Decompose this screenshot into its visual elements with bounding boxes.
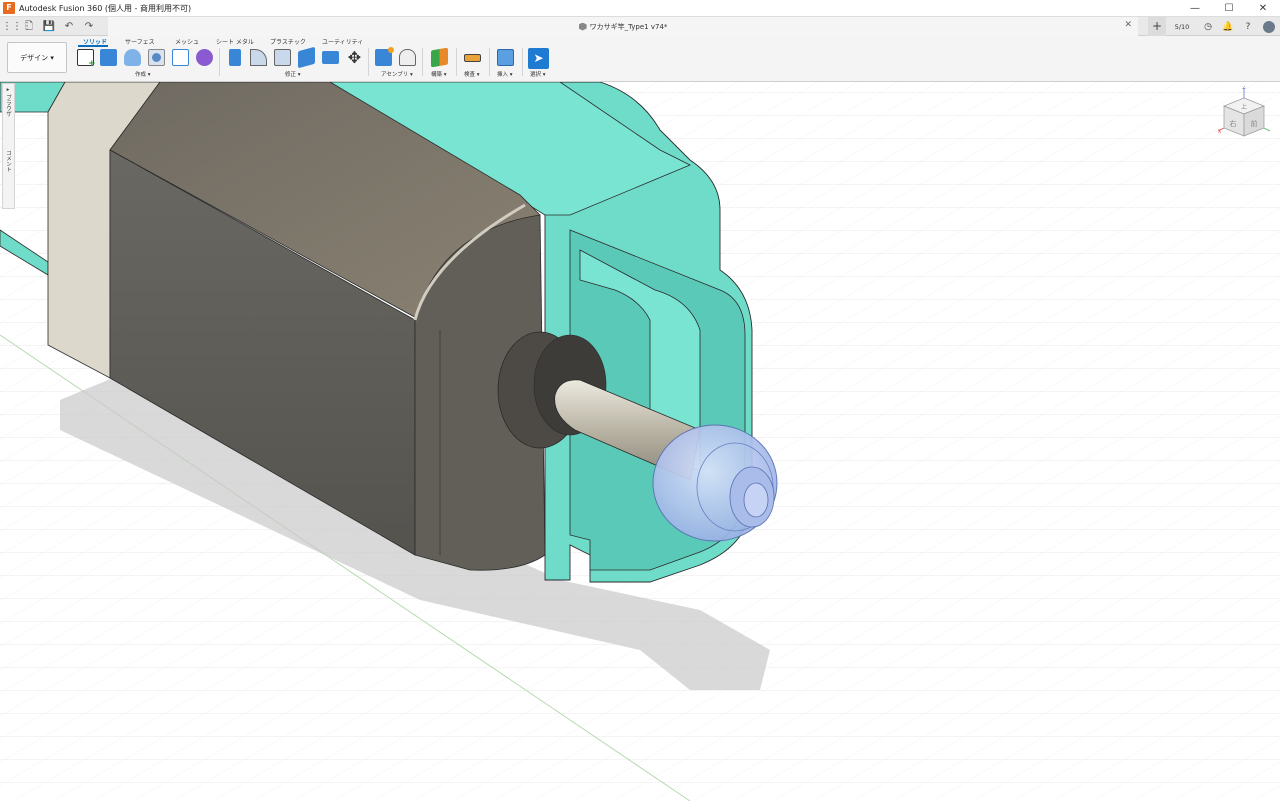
viewcube-front-label: 右 <box>1230 119 1237 128</box>
clock-icon[interactable]: ◷ <box>1198 22 1218 32</box>
browser-side-panel: ▸ ブラウザ コメント <box>2 83 15 209</box>
create-group-label[interactable]: 作成 ▾ <box>135 70 151 78</box>
tab-mesh[interactable]: メッシュ <box>175 37 199 46</box>
comments-tab[interactable]: コメント <box>4 150 12 172</box>
new-tab-button[interactable]: + <box>1148 17 1166 36</box>
form-icon[interactable] <box>196 49 213 66</box>
title-bar: F Autodesk Fusion 360 (個人用 - 商用利用不可) — ☐… <box>0 0 1280 17</box>
inspect-group-label[interactable]: 検査 ▾ <box>464 70 480 78</box>
press-pull-icon[interactable] <box>229 49 241 66</box>
3d-viewport[interactable] <box>0 82 1280 801</box>
separator <box>522 48 523 76</box>
active-tab-indicator <box>78 45 108 47</box>
extrude-icon[interactable] <box>100 49 117 66</box>
modify-group-label[interactable]: 修正 ▾ <box>285 70 301 78</box>
document-bar: ⋮⋮⋮ 🗋 💾 ↶ ↷ ワカサギ竿_Type1 v74* ✕ + 5/10 ◷ … <box>0 17 1280 36</box>
chamfer-icon[interactable] <box>274 49 291 66</box>
model-viewport-svg <box>0 82 1280 801</box>
hole-icon[interactable] <box>148 49 165 66</box>
measure-icon[interactable] <box>464 54 481 62</box>
tab-utilities[interactable]: ユーティリティ <box>322 37 363 46</box>
fusion-logo-icon: F <box>3 2 15 14</box>
tab-plastic[interactable]: プラスチック <box>270 37 306 46</box>
redo-icon[interactable]: ↷ <box>82 19 96 34</box>
separator <box>368 48 369 76</box>
create-sketch-icon[interactable]: + <box>77 49 96 69</box>
save-icon[interactable]: 💾 <box>42 19 56 34</box>
separator <box>489 48 490 76</box>
box-icon[interactable] <box>172 49 189 66</box>
window-title: Autodesk Fusion 360 (個人用 - 商用利用不可) <box>19 3 192 13</box>
new-component-icon[interactable] <box>375 47 394 66</box>
fillet-icon[interactable] <box>250 49 267 66</box>
viewcube-top-label: 上 <box>1241 103 1247 111</box>
separator <box>422 48 423 76</box>
viewcube[interactable]: 上 右 前 Z X <box>1216 85 1272 144</box>
maximize-button[interactable]: ☐ <box>1212 0 1246 17</box>
select-group-label[interactable]: 選択 ▾ <box>530 70 546 78</box>
notification-bell-icon[interactable]: 🔔 <box>1218 22 1238 32</box>
revolve-icon[interactable] <box>124 49 141 66</box>
undo-icon[interactable]: ↶ <box>62 19 76 34</box>
minimize-button[interactable]: — <box>1178 0 1212 17</box>
assemble-group-label[interactable]: アセンブリ ▾ <box>381 70 413 78</box>
combine-icon[interactable] <box>322 51 339 64</box>
tab-sheet-metal[interactable]: シート メタル <box>216 37 254 46</box>
help-icon[interactable]: ? <box>1238 22 1258 32</box>
window-controls: — ☐ ✕ <box>1178 0 1280 17</box>
ribbon-toolbar: デザイン ▾ ソリッド サーフェス メッシュ シート メタル プラスチック ユー… <box>0 36 1280 82</box>
construct-group-label[interactable]: 構築 ▾ <box>431 70 447 78</box>
browser-tab[interactable]: ▸ ブラウザ <box>4 87 12 117</box>
x-axis-label: X <box>1218 129 1222 135</box>
close-tab-icon[interactable]: ✕ <box>1124 20 1132 30</box>
shell-icon[interactable] <box>298 46 315 69</box>
separator <box>219 48 220 76</box>
separator <box>456 48 457 76</box>
offset-plane-icon[interactable] <box>431 47 448 68</box>
joint-icon[interactable] <box>399 49 416 66</box>
component-icon <box>578 22 587 31</box>
z-axis-label: Z <box>1242 86 1246 91</box>
y-axis-indicator-line <box>1263 127 1271 132</box>
spool-wheel-bore <box>743 482 769 518</box>
viewcube-right-label: 前 <box>1251 119 1258 128</box>
document-tab[interactable]: ワカサギ竿_Type1 v74* ✕ <box>108 17 1138 36</box>
insert-group-label[interactable]: 挿入 ▾ <box>497 70 513 78</box>
data-panel-grid-icon[interactable]: ⋮⋮⋮ <box>2 19 32 34</box>
user-avatar[interactable] <box>1263 20 1275 33</box>
document-title: ワカサギ竿_Type1 v74* <box>589 22 668 31</box>
workspace-switcher-button[interactable]: デザイン ▾ <box>7 42 67 73</box>
file-menu-icon[interactable]: 🗋 <box>22 19 36 34</box>
job-status-count[interactable]: 5/10 <box>1166 23 1198 31</box>
select-arrow-icon[interactable]: ➤ <box>528 48 549 69</box>
close-window-button[interactable]: ✕ <box>1246 0 1280 17</box>
tab-surface[interactable]: サーフェス <box>125 37 155 46</box>
insert-image-icon[interactable] <box>497 49 514 66</box>
move-icon[interactable]: ✥ <box>346 49 363 66</box>
